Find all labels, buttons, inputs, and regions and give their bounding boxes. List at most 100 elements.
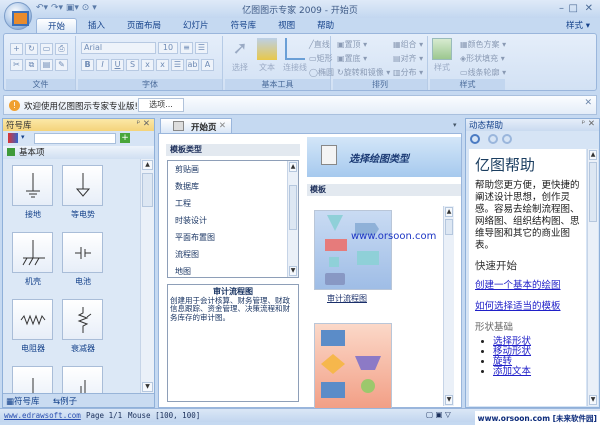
redo-icon[interactable]: ↷▾: [51, 3, 63, 13]
list-item[interactable]: 地图: [168, 263, 298, 277]
help-scrollbar[interactable]: ▲ ▼: [587, 149, 598, 406]
tab-page-layout[interactable]: 页面布局: [116, 18, 172, 33]
shape-equipotential[interactable]: 等电势: [62, 165, 104, 220]
scroll-thumb[interactable]: [589, 162, 597, 222]
website-link[interactable]: www.edrawsoft.com: [4, 411, 81, 420]
tab-symbols[interactable]: 符号库: [220, 18, 268, 33]
close-button[interactable]: ✕: [585, 3, 593, 14]
bold-icon[interactable]: B: [81, 59, 94, 71]
scroll-thumb[interactable]: [445, 219, 453, 235]
close-tab-icon[interactable]: ✕: [219, 121, 226, 131]
shape-item[interactable]: [62, 366, 104, 393]
template-scrollbar[interactable]: ▲ ▼: [443, 206, 454, 406]
maximize-button[interactable]: □: [569, 3, 578, 14]
superscript-icon[interactable]: x: [156, 59, 169, 71]
line-tool[interactable]: ╱直线: [309, 39, 330, 50]
ellipse-tool[interactable]: ◯椭圆: [309, 67, 334, 78]
scroll-down[interactable]: ▼: [445, 395, 453, 405]
text-tool[interactable]: 文本: [257, 38, 277, 73]
shape-item[interactable]: [12, 366, 54, 393]
paste-icon[interactable]: ▤: [40, 59, 53, 71]
scroll-thumb[interactable]: [142, 173, 153, 207]
scroll-up[interactable]: ▲: [142, 160, 153, 170]
copy-icon[interactable]: ⧉: [25, 59, 38, 71]
italic-icon[interactable]: I: [96, 59, 109, 71]
add-icon[interactable]: +: [120, 133, 130, 143]
select-tool[interactable]: ➚ 选择: [230, 38, 250, 73]
style-button[interactable]: 样式: [432, 38, 452, 73]
scroll-thumb[interactable]: [289, 185, 297, 230]
align-icon[interactable]: ≡: [180, 42, 193, 54]
library-icon[interactable]: [8, 133, 18, 143]
help-link[interactable]: 创建一个基本的绘图: [475, 277, 580, 291]
scroll-down[interactable]: ▼: [589, 395, 597, 405]
cut-icon[interactable]: ✂: [10, 59, 23, 71]
distribute-button[interactable]: ▥分布 ▾: [393, 67, 423, 78]
scroll-up[interactable]: ▲: [589, 150, 597, 160]
minimize-button[interactable]: –: [559, 3, 564, 14]
subscript-icon[interactable]: x: [141, 59, 154, 71]
color-scheme-button[interactable]: ▦颜色方案 ▾: [460, 39, 506, 50]
customize-icon[interactable]: ▾: [92, 3, 97, 13]
view-buttons[interactable]: ▢ ▣ ▽: [426, 410, 451, 419]
close-notification-icon[interactable]: ✕: [584, 98, 592, 108]
list-item[interactable]: 剪贴画: [168, 161, 298, 178]
font-color-icon[interactable]: A: [201, 59, 214, 71]
rotate-button[interactable]: ↻旋转和镜像 ▾: [337, 67, 390, 78]
shape-scrollbar[interactable]: ▲ ▼: [140, 159, 154, 393]
chevron-down-icon[interactable]: ▾: [21, 133, 25, 141]
tab-slides[interactable]: 幻灯片: [172, 18, 220, 33]
tab-help[interactable]: 帮助: [306, 18, 345, 33]
paint-icon[interactable]: ▣▾: [66, 3, 79, 13]
send-back-button[interactable]: ▣置底 ▾: [337, 53, 367, 64]
template-thumbnail-audit[interactable]: [314, 210, 392, 290]
list-icon[interactable]: ☰: [195, 42, 208, 54]
list-item[interactable]: 平面布置图: [168, 229, 298, 246]
style-menu[interactable]: 样式 ▾: [566, 19, 590, 31]
strike-icon[interactable]: S: [126, 59, 139, 71]
home-icon[interactable]: [470, 134, 480, 144]
forward-icon[interactable]: [502, 134, 512, 144]
list-item[interactable]: 流程图: [168, 246, 298, 263]
font-size-select[interactable]: 10: [158, 42, 178, 54]
line-outline-button[interactable]: ▭线条轮廓 ▾: [460, 67, 506, 78]
scroll-up[interactable]: ▲: [289, 162, 297, 172]
options-button[interactable]: 选项...: [138, 98, 184, 112]
zoom-icon[interactable]: ⊙: [82, 3, 90, 13]
template-thumbnail[interactable]: [314, 323, 392, 409]
align-button[interactable]: ▤对齐 ▾: [393, 53, 423, 64]
shape-resistor[interactable]: 电阻器: [12, 299, 54, 354]
template-label[interactable]: 审计流程图: [327, 293, 367, 304]
bring-front-button[interactable]: ▣置顶 ▾: [337, 39, 367, 50]
tab-home[interactable]: 开始: [36, 18, 78, 33]
scroll-down[interactable]: ▼: [142, 382, 153, 392]
group-button[interactable]: ▦组合 ▾: [393, 39, 423, 50]
highlight-icon[interactable]: ab: [186, 59, 199, 71]
list-scrollbar[interactable]: ▲ ▼: [287, 161, 298, 277]
shape-fill-button[interactable]: ◈形状填充 ▾: [460, 53, 505, 64]
list-item[interactable]: 工程: [168, 195, 298, 212]
scroll-down[interactable]: ▼: [289, 266, 297, 276]
category-header[interactable]: 基本项: [3, 146, 154, 159]
bullets-icon[interactable]: ☰: [171, 59, 184, 71]
tab-start-page[interactable]: 开始页 ✕: [160, 118, 232, 133]
font-name-select[interactable]: Arial: [81, 42, 156, 54]
pin-close-icons[interactable]: ᵖ ✕: [137, 119, 150, 129]
back-icon[interactable]: [488, 134, 498, 144]
symbol-search-combo[interactable]: [34, 133, 116, 144]
underline-icon[interactable]: U: [111, 59, 124, 71]
connector-tool[interactable]: 连接线: [283, 38, 307, 73]
rect-tool[interactable]: ▭矩形: [309, 53, 333, 64]
scroll-up[interactable]: ▲: [445, 207, 453, 217]
pin-close-icons[interactable]: ᵖ ✕: [582, 119, 595, 129]
list-item[interactable]: 时装设计: [168, 212, 298, 229]
undo-icon[interactable]: ↶▾: [36, 3, 48, 13]
app-menu-button[interactable]: [4, 2, 32, 30]
list-item[interactable]: 数据库: [168, 178, 298, 195]
open-icon[interactable]: ↻: [25, 43, 38, 55]
shape-ground[interactable]: 接地: [12, 165, 54, 220]
shape-chassis[interactable]: 机壳: [12, 232, 54, 287]
tab-examples[interactable]: ⇆例子: [53, 395, 77, 407]
shape-battery[interactable]: 电池: [62, 232, 104, 287]
new-icon[interactable]: +: [10, 43, 23, 55]
